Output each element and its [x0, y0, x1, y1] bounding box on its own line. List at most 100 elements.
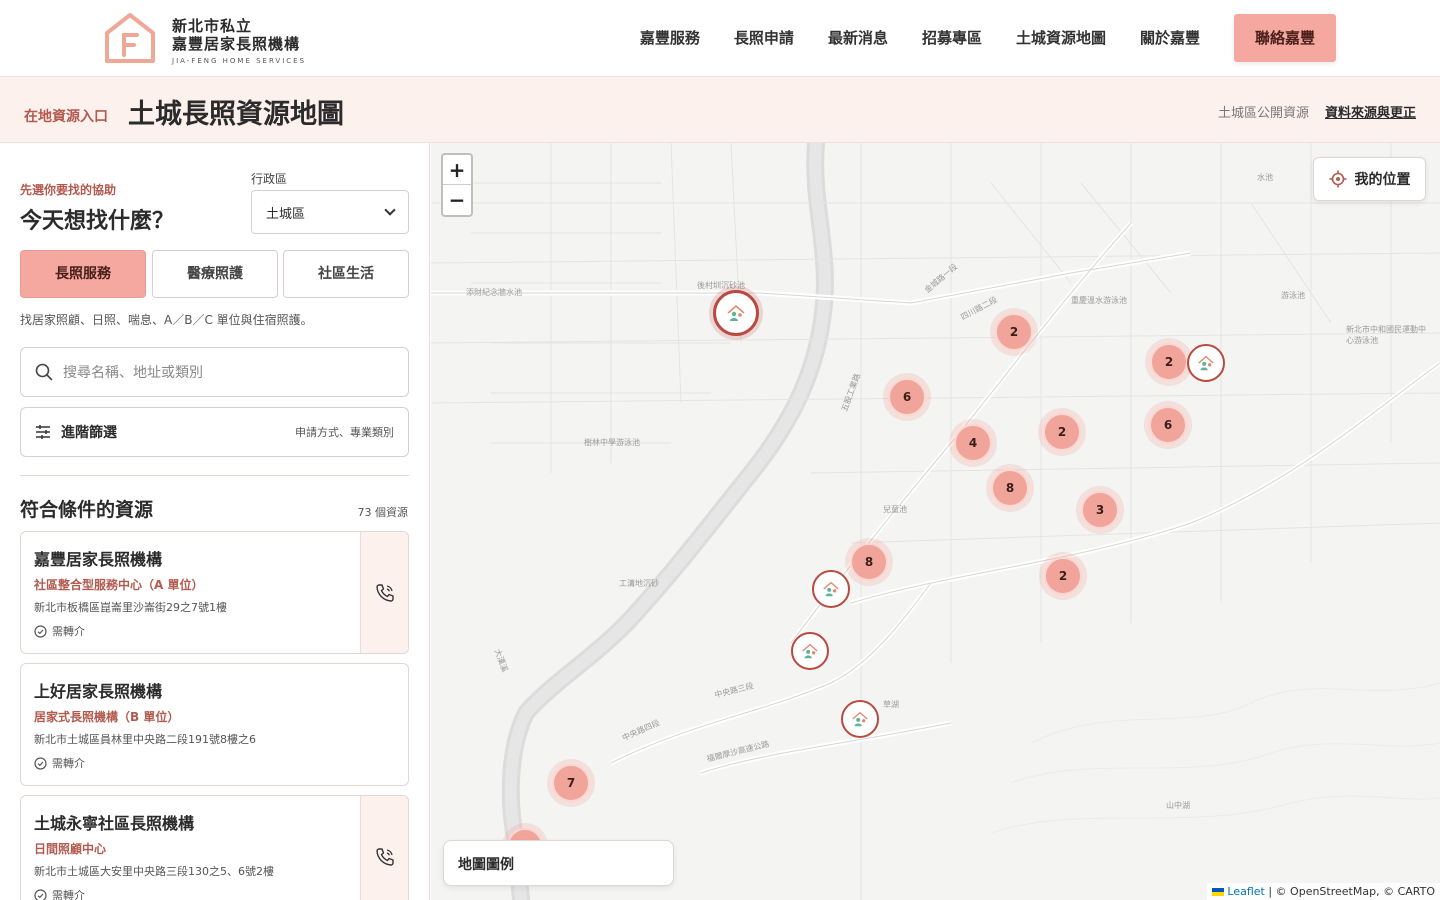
map-pin[interactable]	[713, 290, 759, 336]
zoom-control: + −	[441, 153, 473, 217]
results-title: 符合條件的資源	[20, 499, 154, 521]
chevron-down-icon	[384, 204, 396, 216]
search-icon	[35, 363, 53, 381]
advanced-filter-button[interactable]: 進階篩選 申請方式、專業類別	[20, 407, 409, 457]
map-label: 游泳池	[1281, 291, 1305, 300]
map-cluster[interactable]: 4	[954, 424, 992, 462]
brand-line-1: 新北市私立	[172, 17, 253, 35]
resource-card[interactable]: 嘉豐居家長照機構 社區整合型服務中心（A 單位） 新北市板橋區崑崙里沙崙街29之…	[20, 531, 409, 654]
map-cluster[interactable]: 2	[1043, 413, 1081, 451]
contact-button[interactable]: 聯絡嘉豐	[1234, 14, 1336, 62]
check-circle-icon	[34, 624, 47, 638]
map-pin[interactable]	[841, 700, 879, 738]
resource-name: 土城永寧社區長照機構	[34, 814, 195, 833]
caregiver-icon	[823, 581, 839, 597]
phone-icon	[375, 583, 394, 602]
page-subheader: 在地資源入口 土城長照資源地圖 土城區公開資源 資料來源與更正	[0, 77, 1440, 143]
caregiver-icon	[727, 305, 745, 321]
resource-note: 需轉介	[34, 887, 85, 900]
zoom-out-button[interactable]: −	[443, 185, 471, 215]
map-label: 草湖	[883, 700, 899, 709]
map-cluster[interactable]: 7	[552, 764, 590, 802]
map-cluster[interactable]: 8	[850, 543, 888, 581]
district-value: 土城區	[266, 206, 306, 222]
main-nav: 嘉豐服務 長照申請 最新消息 招募專區 土城資源地圖 關於嘉豐 聯絡嘉豐	[640, 14, 1336, 62]
caregiver-icon	[802, 643, 818, 659]
district-label: 行政區	[251, 172, 288, 186]
map-cluster[interactable]: 2	[1150, 343, 1188, 381]
district-select[interactable]: 土城區	[251, 190, 409, 234]
category-medical-button[interactable]: 醫療照護	[152, 250, 278, 298]
resource-card[interactable]: 土城永寧社區長照機構 日間照顧中心 新北市土城區大安里中央路三段130之5、6號…	[20, 795, 409, 900]
nav-item-services[interactable]: 嘉豐服務	[640, 14, 700, 62]
flag-icon	[1211, 888, 1224, 896]
category-description: 找居家照顧、日照、喘息、A／B／C 單位與住宿照護。	[20, 313, 313, 327]
resource-map[interactable]: 添財紀念牆水池 後村圳沉砂池 重慶溫水游泳池 游泳池 新北市中和國民運動中心游泳…	[431, 143, 1440, 900]
map-label: 添財紀念牆水池	[466, 288, 522, 297]
map-pin[interactable]	[1187, 344, 1225, 382]
page-kicker: 在地資源入口	[24, 109, 108, 125]
resource-note-text: 需轉介	[52, 625, 85, 638]
map-pin[interactable]	[812, 570, 850, 608]
locate-icon	[1329, 170, 1346, 188]
phone-icon	[375, 847, 394, 866]
nav-item-about[interactable]: 關於嘉豐	[1140, 14, 1200, 62]
source-correction-link[interactable]: 資料來源與更正	[1325, 102, 1416, 121]
zoom-in-button[interactable]: +	[443, 155, 471, 185]
map-cluster[interactable]: 6	[1149, 406, 1187, 444]
attribution-text: | © OpenStreetMap, © CARTO	[1264, 885, 1435, 898]
call-button[interactable]	[360, 532, 408, 653]
resource-type: 日間照顧中心	[34, 842, 107, 856]
resource-note: 需轉介	[34, 623, 85, 639]
map-label: 工溝地沉砂	[619, 579, 659, 588]
call-button[interactable]	[360, 796, 408, 900]
advanced-filter-hint: 申請方式、專業類別	[295, 426, 394, 439]
map-pin[interactable]	[791, 632, 829, 670]
resource-note-text: 需轉介	[52, 889, 85, 900]
nav-item-careers[interactable]: 招募專區	[922, 14, 982, 62]
resource-name: 嘉豐居家長照機構	[34, 550, 163, 569]
site-header: 新北市私立 嘉豐居家長照機構 JIA-FENG HOME SERVICES 嘉豐…	[0, 0, 1440, 77]
nav-item-apply[interactable]: 長照申請	[734, 14, 794, 62]
map-label: 重慶溫水游泳池	[1071, 296, 1127, 305]
map-legend-toggle[interactable]: 地圖圖例	[443, 840, 674, 886]
map-cluster[interactable]: 2	[995, 313, 1033, 351]
leaflet-link[interactable]: Leaflet	[1227, 885, 1264, 898]
sidebar-question: 今天想找什麼？	[20, 208, 175, 234]
resource-address: 新北市土城區大安里中央路三段130之5、6號2樓	[34, 865, 274, 878]
brand-line-2: 嘉豐居家長照機構	[172, 35, 301, 53]
category-ltc-button[interactable]: 長照服務	[20, 250, 146, 298]
nav-item-resource-map[interactable]: 土城資源地圖	[1016, 14, 1106, 62]
check-circle-icon	[34, 756, 47, 770]
my-location-label: 我的位置	[1354, 172, 1411, 188]
category-community-button[interactable]: 社區生活	[283, 250, 409, 298]
my-location-button[interactable]: 我的位置	[1313, 157, 1426, 201]
source-label: 土城區公開資源	[1217, 106, 1309, 121]
check-circle-icon	[34, 888, 47, 900]
nav-item-news[interactable]: 最新消息	[828, 14, 888, 62]
map-attribution: Leaflet | © OpenStreetMap, © CARTO	[1206, 883, 1440, 900]
search-input[interactable]: 搜尋名稱、地址或類別	[20, 347, 409, 397]
resource-note-text: 需轉介	[52, 757, 85, 770]
house-logo-icon[interactable]	[103, 11, 157, 65]
map-cluster[interactable]: 2	[1044, 557, 1082, 595]
resource-type: 社區整合型服務中心（A 單位）	[34, 578, 204, 592]
map-label: 山中湖	[1166, 801, 1190, 810]
brand-name[interactable]: 新北市私立 嘉豐居家長照機構 JIA-FENG HOME SERVICES	[172, 17, 306, 65]
map-cluster[interactable]: 3	[1081, 491, 1119, 529]
caregiver-icon	[852, 711, 868, 727]
brand-subtitle: JIA-FENG HOME SERVICES	[172, 57, 307, 65]
resource-address: 新北市土城區員林里中央路二段191號8樓之6	[34, 733, 256, 746]
caregiver-icon	[1198, 355, 1214, 371]
map-cluster[interactable]: 6	[888, 378, 926, 416]
resource-note: 需轉介	[34, 755, 85, 771]
filter-sidebar: 先選你要找的協助 今天想找什麼？ 行政區 土城區 長照服務 醫療照護 社區生活 …	[0, 143, 430, 900]
source-info: 土城區公開資源 資料來源與更正	[1218, 102, 1416, 121]
resource-address: 新北市板橋區崑崙里沙崙街29之7號1樓	[34, 601, 227, 614]
map-label: 樹林中學游泳池	[584, 438, 640, 447]
map-cluster[interactable]: 8	[991, 469, 1029, 507]
divider	[20, 475, 409, 476]
sidebar-kicker: 先選你要找的協助	[20, 183, 117, 197]
resource-card[interactable]: 上好居家長照機構 居家式長照機構（B 單位） 新北市土城區員林里中央路二段191…	[20, 663, 409, 786]
sliders-icon	[36, 425, 50, 439]
